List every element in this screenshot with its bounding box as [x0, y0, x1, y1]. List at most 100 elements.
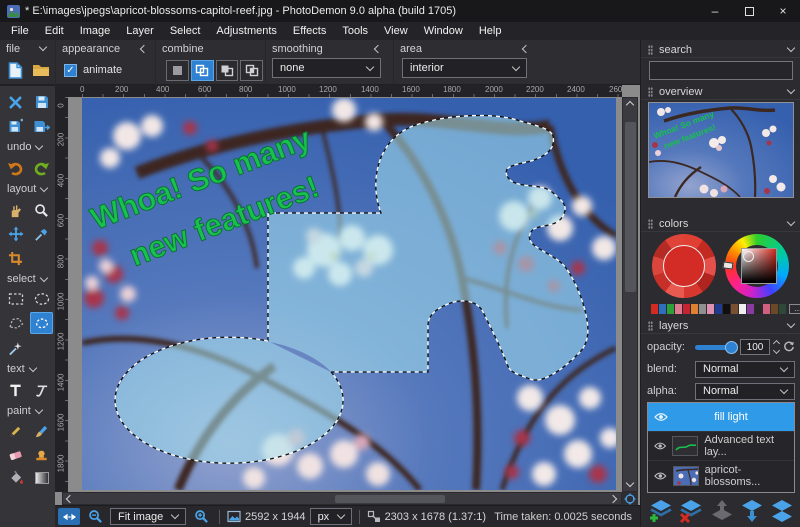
zoom-in-button[interactable] — [190, 508, 212, 525]
layer-row-background[interactable]: apricot-blossoms... — [648, 461, 794, 490]
unit-dropdown[interactable]: px — [310, 508, 352, 525]
menu-effects[interactable]: Effects — [285, 22, 334, 40]
animate-checkbox[interactable]: ✓ — [64, 64, 77, 77]
undo-button[interactable] — [4, 157, 27, 179]
hue-wheel[interactable] — [725, 234, 789, 298]
menu-tools[interactable]: Tools — [334, 22, 376, 40]
opacity-slider-knob[interactable] — [725, 341, 738, 354]
advanced-text-button[interactable] — [30, 379, 53, 401]
move-tool-button[interactable] — [4, 223, 27, 245]
zoom-tool-button[interactable] — [30, 199, 53, 221]
palette-swatch[interactable] — [715, 304, 722, 314]
combine-subtract-button[interactable] — [216, 60, 239, 81]
new-image-button[interactable] — [4, 59, 27, 81]
combine-replace-button[interactable] — [166, 60, 189, 81]
pencil-tool-button[interactable] — [4, 421, 27, 443]
area-dropdown[interactable]: interior — [402, 58, 527, 78]
menu-select[interactable]: Select — [162, 22, 209, 40]
menu-image[interactable]: Image — [72, 22, 119, 40]
delete-layer-button[interactable] — [677, 499, 704, 523]
lasso-select-button[interactable] — [30, 312, 53, 334]
open-image-button[interactable] — [30, 59, 53, 81]
palette-more-button[interactable]: ... — [789, 304, 800, 314]
zoom-mode-dropdown[interactable]: Fit image — [110, 508, 186, 525]
scroll-down-arrow[interactable] — [626, 479, 634, 487]
drag-grip-icon[interactable] — [648, 219, 653, 229]
palette-swatch[interactable] — [779, 304, 786, 314]
menu-layer[interactable]: Layer — [118, 22, 162, 40]
clone-stamp-button[interactable] — [30, 444, 53, 466]
palette-swatch[interactable] — [731, 304, 738, 314]
stepper-down-icon[interactable] — [773, 347, 780, 354]
blend-mode-dropdown[interactable]: Normal — [695, 361, 795, 378]
palette-swatch[interactable] — [683, 304, 690, 314]
save-copy-button[interactable] — [4, 115, 27, 137]
drag-grip-icon[interactable] — [648, 87, 653, 97]
palette-swatch[interactable] — [659, 304, 666, 314]
palette-swatch[interactable] — [651, 304, 658, 314]
gradient-tool-button[interactable] — [30, 467, 53, 489]
layer-row-advanced-text[interactable]: Advanced text lay... — [648, 432, 794, 461]
menu-file[interactable]: File — [3, 22, 37, 40]
palette-swatch[interactable] — [763, 304, 770, 314]
combine-add-button[interactable] — [191, 60, 214, 81]
palette-swatch[interactable] — [755, 304, 762, 314]
color-picker-button[interactable] — [30, 223, 53, 245]
search-panel-header[interactable]: search — [641, 42, 800, 58]
save-as-button[interactable] — [30, 115, 53, 137]
move-layer-up-button[interactable] — [708, 499, 735, 523]
appearance-section-header[interactable]: appearance — [56, 40, 153, 57]
minimize-button[interactable]: – — [698, 0, 732, 22]
sv-selector-icon[interactable] — [743, 251, 754, 262]
combine-intersect-button[interactable] — [240, 60, 263, 81]
text-group-header[interactable]: text — [0, 360, 55, 378]
area-section-header[interactable]: area — [394, 40, 535, 57]
crop-tool-button[interactable] — [4, 247, 27, 269]
polygon-select-button[interactable] — [4, 312, 27, 334]
layer-visibility-icon[interactable] — [654, 471, 667, 481]
vscroll-thumb[interactable] — [625, 122, 636, 292]
image-canvas[interactable]: Whoa! So many new features! — [82, 98, 616, 490]
close-button[interactable]: × — [766, 0, 800, 22]
palette-swatch[interactable] — [691, 304, 698, 314]
palette-swatch[interactable] — [771, 304, 778, 314]
alpha-mode-dropdown[interactable]: Normal — [695, 383, 795, 400]
drag-grip-icon[interactable] — [648, 45, 653, 55]
smoothing-section-header[interactable]: smoothing — [266, 40, 387, 57]
layers-panel-header[interactable]: layers — [641, 318, 800, 334]
add-layer-button[interactable] — [647, 499, 674, 523]
menu-view[interactable]: View — [376, 22, 416, 40]
search-input[interactable] — [649, 61, 793, 80]
palette-swatch[interactable] — [747, 304, 754, 314]
drag-grip-icon[interactable] — [648, 321, 653, 331]
canvas-area[interactable]: 0200 400600 8001000 12001400 16001800 20… — [55, 85, 640, 527]
maximize-button[interactable] — [732, 0, 766, 22]
scroll-right-arrow[interactable] — [609, 494, 617, 502]
layer-visibility-icon[interactable] — [654, 441, 666, 451]
menu-edit[interactable]: Edit — [37, 22, 72, 40]
palette-swatch[interactable] — [675, 304, 682, 314]
ellipse-select-button[interactable] — [30, 288, 53, 310]
basic-text-button[interactable] — [4, 379, 27, 401]
hscroll-thumb[interactable] — [335, 495, 445, 503]
save-button[interactable] — [30, 91, 53, 113]
layout-group-header[interactable]: layout — [0, 180, 55, 198]
magic-wand-button[interactable] — [4, 337, 27, 359]
smoothing-dropdown[interactable]: none — [272, 58, 381, 78]
palette-swatch[interactable] — [739, 304, 746, 314]
layer-visibility-icon[interactable] — [654, 412, 668, 422]
layer-row-fill-light[interactable]: fill light — [648, 403, 794, 432]
menu-window[interactable]: Window — [416, 22, 471, 40]
scroll-left-arrow[interactable] — [66, 494, 74, 502]
palette-swatch[interactable] — [699, 304, 706, 314]
color-harmony-wheel[interactable] — [652, 234, 716, 298]
palette-swatch[interactable] — [723, 304, 730, 314]
eraser-tool-button[interactable] — [4, 444, 27, 466]
undo-group-header[interactable]: undo — [0, 138, 55, 156]
rect-select-button[interactable] — [4, 288, 27, 310]
opacity-slider[interactable] — [695, 345, 736, 350]
horizontal-scrollbar[interactable] — [62, 492, 622, 505]
palette-swatch[interactable] — [707, 304, 714, 314]
paintbrush-tool-button[interactable] — [30, 421, 53, 443]
colors-panel-header[interactable]: colors — [641, 216, 800, 232]
